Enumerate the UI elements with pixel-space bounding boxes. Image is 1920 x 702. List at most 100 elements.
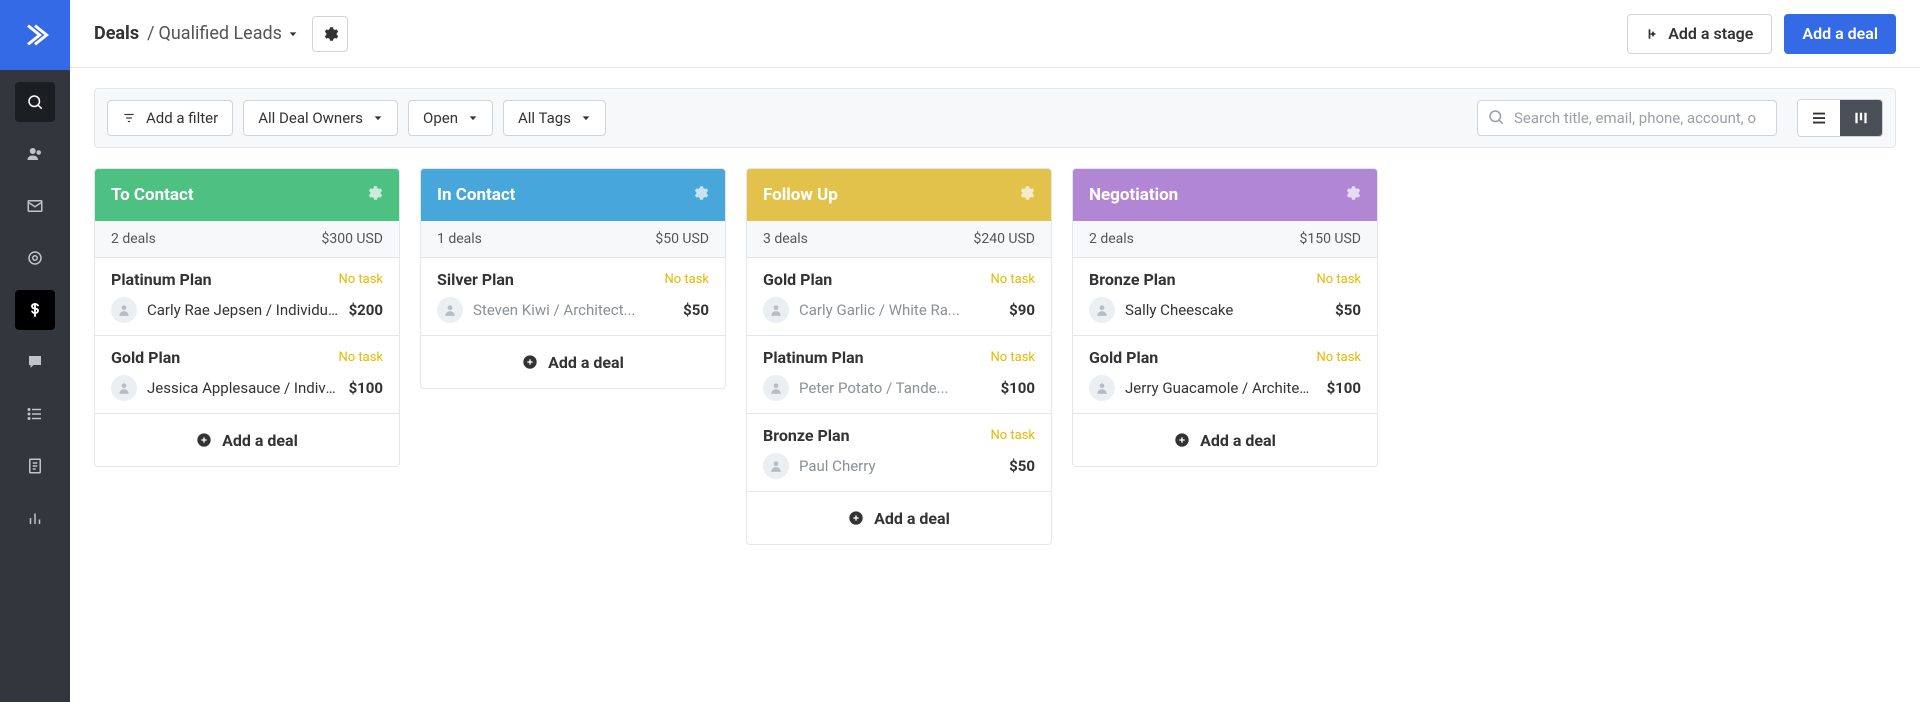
deal-amount: $50 xyxy=(1335,301,1361,319)
deal-card[interactable]: Silver Plan No task Steven Kiwi / Archit… xyxy=(421,258,725,336)
deal-task-status: No task xyxy=(338,272,383,287)
deal-card[interactable]: Gold Plan No task Carly Garlic / White R… xyxy=(747,258,1051,336)
search-icon xyxy=(1487,108,1505,130)
chart-icon xyxy=(26,509,44,527)
tags-filter[interactable]: All Tags xyxy=(503,100,606,136)
deal-title: Bronze Plan xyxy=(1089,270,1176,289)
breadcrumb: Deals / Qualified Leads xyxy=(94,23,298,44)
stage-settings-button[interactable] xyxy=(691,184,709,207)
chevron-down-icon xyxy=(373,113,383,123)
list-view-button[interactable] xyxy=(1798,100,1840,136)
add-deal-button[interactable]: Add a deal xyxy=(1784,14,1896,54)
deal-card[interactable]: Gold Plan No task Jerry Guacamole / Arch… xyxy=(1073,336,1377,414)
stage-settings-button[interactable] xyxy=(1017,184,1035,207)
stage-header: Follow Up xyxy=(747,169,1051,221)
person-icon xyxy=(769,381,783,395)
deal-amount: $200 xyxy=(349,301,383,319)
deal-title: Gold Plan xyxy=(763,270,832,289)
deal-amount: $50 xyxy=(1009,457,1035,475)
board-view-icon xyxy=(1852,109,1870,127)
stage: In Contact 1 deals $50 USD Silver Plan N… xyxy=(420,168,726,389)
board-view-button[interactable] xyxy=(1840,100,1882,136)
deal-contact: Carly Rae Jepsen / Individual I xyxy=(147,301,339,319)
sidebar-item-campaigns[interactable] xyxy=(15,186,55,226)
deal-amount: $100 xyxy=(1327,379,1361,397)
stage-header: To Contact xyxy=(95,169,399,221)
mail-icon xyxy=(26,197,44,215)
deal-task-status: No task xyxy=(1316,350,1361,365)
stage-summary: 2 deals $300 USD xyxy=(95,221,399,258)
stage-summary: 2 deals $150 USD xyxy=(1073,221,1377,258)
breadcrumb-current-label: Qualified Leads xyxy=(159,23,282,44)
person-icon xyxy=(769,303,783,317)
avatar xyxy=(111,375,137,401)
sidebar-item-contacts[interactable] xyxy=(15,134,55,174)
breadcrumb-root[interactable]: Deals xyxy=(94,23,139,44)
stage-settings-button[interactable] xyxy=(365,184,383,207)
plus-circle-icon xyxy=(1174,432,1190,448)
person-icon xyxy=(443,303,457,317)
sidebar-item-conversations[interactable] xyxy=(15,342,55,382)
pipeline-settings-button[interactable] xyxy=(312,16,348,52)
deal-title: Gold Plan xyxy=(111,348,180,367)
add-stage-label: Add a stage xyxy=(1668,24,1753,43)
list-view-icon xyxy=(1810,109,1828,127)
sidebar-item-automations[interactable] xyxy=(15,238,55,278)
avatar xyxy=(763,375,789,401)
list-icon xyxy=(26,405,44,423)
filter-icon xyxy=(122,111,136,125)
sidebar-item-lists[interactable] xyxy=(15,394,55,434)
avatar xyxy=(111,297,137,323)
gear-icon xyxy=(1343,184,1361,202)
stage-add-deal-label: Add a deal xyxy=(1200,431,1276,450)
deal-title: Platinum Plan xyxy=(111,270,212,289)
deal-task-status: No task xyxy=(990,350,1035,365)
person-icon xyxy=(117,381,131,395)
add-filter-button[interactable]: Add a filter xyxy=(107,100,233,136)
sidebar-item-forms[interactable] xyxy=(15,446,55,486)
stage-header: Negotiation xyxy=(1073,169,1377,221)
status-filter[interactable]: Open xyxy=(408,100,493,136)
deal-task-status: No task xyxy=(990,272,1035,287)
deal-card[interactable]: Bronze Plan No task Sally Cheescake $50 xyxy=(1073,258,1377,336)
deal-card[interactable]: Gold Plan No task Jessica Applesauce / I… xyxy=(95,336,399,414)
deal-card[interactable]: Platinum Plan No task Carly Rae Jepsen /… xyxy=(95,258,399,336)
sidebar-item-deals[interactable] xyxy=(15,290,55,330)
plus-circle-icon xyxy=(196,432,212,448)
search-wrap xyxy=(1477,100,1777,136)
stage-add-deal-button[interactable]: Add a deal xyxy=(747,492,1051,544)
add-deal-label: Add a deal xyxy=(1802,24,1878,43)
chevron-down-icon xyxy=(468,113,478,123)
deal-card[interactable]: Bronze Plan No task Paul Cherry $50 xyxy=(747,414,1051,492)
deal-card[interactable]: Platinum Plan No task Peter Potato / Tan… xyxy=(747,336,1051,414)
search-input[interactable] xyxy=(1477,100,1777,136)
stage-count: 3 deals xyxy=(763,231,808,247)
filter-bar: Add a filter All Deal Owners Open All Ta… xyxy=(94,88,1896,148)
sidebar-item-reports[interactable] xyxy=(15,498,55,538)
stage-count: 2 deals xyxy=(1089,231,1134,247)
breadcrumb-current[interactable]: Qualified Leads xyxy=(159,23,298,44)
deal-task-status: No task xyxy=(338,350,383,365)
app-logo[interactable] xyxy=(0,0,70,70)
add-stage-button[interactable]: Add a stage xyxy=(1627,14,1772,54)
stage-count: 2 deals xyxy=(111,231,156,247)
stage-settings-button[interactable] xyxy=(1343,184,1361,207)
stage-name: In Contact xyxy=(437,185,515,205)
stage-add-deal-button[interactable]: Add a deal xyxy=(1073,414,1377,466)
owner-filter[interactable]: All Deal Owners xyxy=(243,100,398,136)
gear-icon xyxy=(365,184,383,202)
people-icon xyxy=(26,145,44,163)
person-icon xyxy=(117,303,131,317)
gear-icon xyxy=(1017,184,1035,202)
deal-task-status: No task xyxy=(1316,272,1361,287)
search-icon xyxy=(26,93,44,111)
gear-icon xyxy=(321,25,339,43)
stage-add-deal-button[interactable]: Add a deal xyxy=(421,336,725,388)
chevron-down-icon xyxy=(581,113,591,123)
stage: To Contact 2 deals $300 USD Platinum Pla… xyxy=(94,168,400,467)
main: Deals / Qualified Leads Add a stage Add … xyxy=(70,0,1920,702)
stage-add-deal-button[interactable]: Add a deal xyxy=(95,414,399,466)
owner-filter-label: All Deal Owners xyxy=(258,109,363,127)
target-icon xyxy=(26,249,44,267)
sidebar-item-search[interactable] xyxy=(15,82,55,122)
